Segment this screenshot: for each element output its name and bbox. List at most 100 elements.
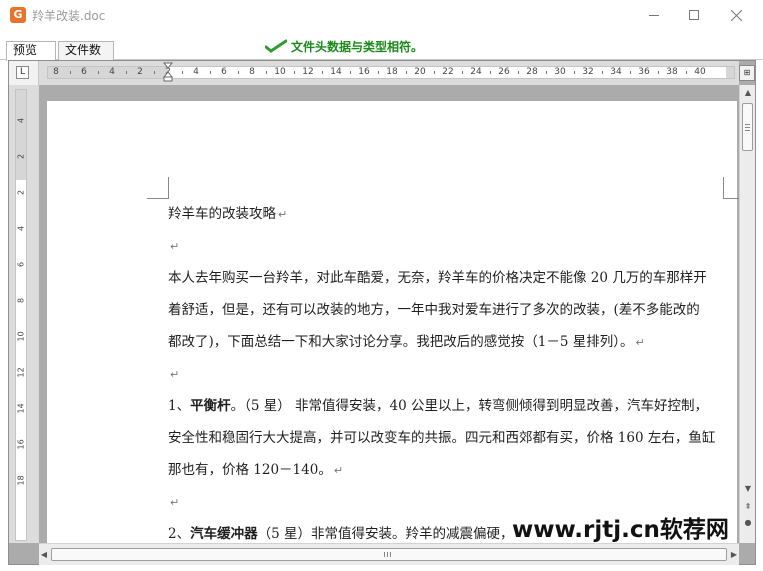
ruler-tick xyxy=(266,71,267,74)
ruler-number: 16 xyxy=(16,439,26,450)
ruler-number: 2 xyxy=(16,189,26,196)
ruler-tick xyxy=(98,71,99,74)
scroll-right-icon[interactable]: ▶ xyxy=(729,549,739,561)
ruler-number: 16 xyxy=(358,67,370,77)
ruler-corner: L xyxy=(9,61,39,85)
window-title: 羚羊改装.doc xyxy=(32,9,106,23)
ruler-tick xyxy=(126,71,127,74)
view-toggle-button[interactable]: ⊞ xyxy=(739,65,755,81)
ruler-tick xyxy=(182,71,183,74)
ruler-number: 4 xyxy=(16,117,26,124)
ruler-number: 6 xyxy=(221,67,227,77)
vertical-ruler-track: 4 2 2 4 6 8 10 12 14 16 18 xyxy=(15,89,27,541)
status-text: 文件头数据与类型相符。 xyxy=(291,40,424,54)
ruler-number: 22 xyxy=(442,67,454,77)
ruler-number: 30 xyxy=(554,67,566,77)
ruler-tick xyxy=(602,71,603,74)
ruler-tick xyxy=(490,71,491,74)
scroll-up-icon[interactable]: ▲ xyxy=(742,87,754,99)
ruler-number: 4 xyxy=(16,225,26,232)
app-logo-icon: G xyxy=(10,7,26,23)
ruler-number: 4 xyxy=(193,67,199,77)
ruler-number: 14 xyxy=(330,67,342,77)
vertical-scrollbar[interactable]: ▲ ▼ ⇞ ● xyxy=(739,85,755,543)
ruler-number: 34 xyxy=(610,67,622,77)
browse-object-icon[interactable]: ● xyxy=(742,517,754,529)
indent-marker-icon[interactable] xyxy=(163,62,173,82)
vertical-scroll-thumb[interactable] xyxy=(742,103,753,151)
vertical-ruler: 4 2 2 4 6 8 10 12 14 16 18 xyxy=(9,85,39,543)
document-viewer: L 86422468101214161820222426283032343638… xyxy=(8,60,756,565)
tab-stop-selector[interactable]: L xyxy=(16,66,29,79)
ruler-tick xyxy=(406,71,407,74)
close-button[interactable] xyxy=(718,0,754,30)
scroll-left-icon[interactable]: ◀ xyxy=(39,549,49,561)
doc-line: 着舒适，但是，还有可以改装的地方，一年中我对爱车进行了多次的改装，(差不多能改的 xyxy=(168,302,700,318)
ruler-tick xyxy=(322,71,323,74)
ruler-number: 24 xyxy=(470,67,482,77)
ruler-tick xyxy=(686,71,687,74)
ruler-tick xyxy=(518,71,519,74)
ruler-number: 8 xyxy=(16,297,26,304)
ruler-tick xyxy=(350,71,351,74)
maximize-icon xyxy=(689,10,699,20)
ruler-top-margin xyxy=(16,90,26,180)
minimize-button[interactable] xyxy=(636,0,672,30)
ruler-tick xyxy=(630,71,631,74)
ruler-tick xyxy=(546,71,547,74)
document-canvas: 羚羊车的改装攻略 ↵ ↵ 本人去年购买一台羚羊，对此车酷爱，无奈，羚羊车的价格决定… xyxy=(39,85,739,543)
horizontal-scroll-thumb[interactable] xyxy=(51,548,727,561)
maximize-button[interactable] xyxy=(676,0,712,30)
ruler-number: 20 xyxy=(414,67,426,77)
ruler-number: 14 xyxy=(16,403,26,414)
watermark-text: www.rjtj.cn软荐网 xyxy=(512,517,729,543)
scroll-down-icon[interactable]: ▼ xyxy=(742,483,754,495)
ruler-number: 10 xyxy=(16,331,26,342)
ruler-left-margin xyxy=(48,67,168,78)
ruler-tick xyxy=(658,71,659,74)
ruler-number: 18 xyxy=(16,475,26,486)
ruler-tick xyxy=(574,71,575,74)
ruler-number: 2 xyxy=(16,153,26,160)
close-icon xyxy=(731,10,742,21)
ruler-number: 36 xyxy=(638,67,650,77)
doc-line: 2、汽车缓冲器（5 星）非常值得安装。羚羊的减震偏硬， xyxy=(168,526,514,542)
ruler-number: 32 xyxy=(582,67,594,77)
ruler-tick xyxy=(154,71,155,74)
doc-line: ↵ xyxy=(170,496,180,509)
ruler-tick xyxy=(378,71,379,74)
ruler-tick xyxy=(462,71,463,74)
ruler-tick xyxy=(210,71,211,74)
title-bar: G 羚羊改装.doc xyxy=(0,0,763,30)
ruler-number: 4 xyxy=(109,67,115,77)
ruler-tick xyxy=(294,71,295,74)
doc-line: 羚羊车的改装攻略 ↵ xyxy=(168,206,288,222)
ruler-number: 6 xyxy=(81,67,87,77)
ruler-number: 8 xyxy=(53,67,59,77)
horizontal-ruler-track: 8642246810121416182022242628303234363840 xyxy=(47,66,735,79)
ruler-number: 6 xyxy=(16,261,26,268)
horizontal-ruler: 8642246810121416182022242628303234363840 xyxy=(39,61,739,85)
doc-line: 本人去年购买一台羚羊，对此车酷爱，无奈，羚羊车的价格决定不能像 20 几万的车那… xyxy=(168,270,707,286)
doc-line: 安全性和稳固行大大提高，并可以改变车的共振。四元和西郊都有买，价格 160 左右… xyxy=(168,430,716,446)
document-page: 羚羊车的改装攻略 ↵ ↵ 本人去年购买一台羚羊，对此车酷爱，无奈，羚羊车的价格决定… xyxy=(47,101,739,543)
doc-line: 1、平衡杆。（5 星） 非常值得安装，40 公里以上，转弯侧倾得到明显改善，汽车… xyxy=(168,398,708,414)
ruler-tick xyxy=(238,71,239,74)
ruler-number: 8 xyxy=(249,67,255,77)
tab-preview[interactable]: 预览 xyxy=(6,41,56,61)
doc-line: ↵ xyxy=(170,368,180,381)
previous-page-icon[interactable]: ⇞ xyxy=(742,501,754,513)
ruler-tick xyxy=(434,71,435,74)
ruler-number: 40 xyxy=(694,67,706,77)
check-icon xyxy=(265,39,287,53)
ruler-number: 12 xyxy=(16,367,26,378)
crop-mark-top-left xyxy=(147,177,169,199)
ruler-number: 18 xyxy=(386,67,398,77)
ruler-right-margin xyxy=(726,67,734,78)
ruler-number: 12 xyxy=(302,67,314,77)
crop-mark-top-right xyxy=(723,177,739,199)
ruler-tick xyxy=(70,71,71,74)
horizontal-scrollbar[interactable]: ◀ ▶ xyxy=(39,543,739,565)
tab-bar: 预览 文件数据 文件头数据与类型相符。 xyxy=(0,30,763,74)
tab-file-data[interactable]: 文件数据 xyxy=(58,41,114,74)
